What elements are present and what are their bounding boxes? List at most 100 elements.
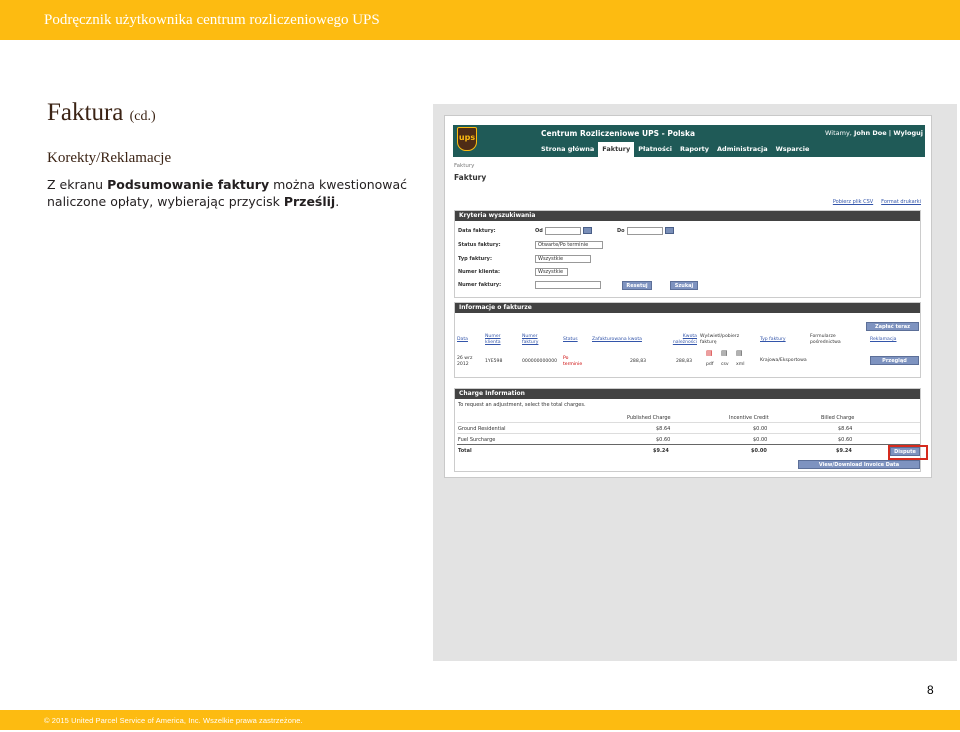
charge-total-incentive: $0.00 [751, 448, 767, 454]
csv-link[interactable]: Pobierz plik CSV [833, 199, 873, 205]
charge-row-name: Fuel Surcharge [458, 437, 496, 443]
nav-strona-glowna[interactable]: Strona główna [537, 142, 598, 157]
pay-now-button[interactable]: Zapłać teraz [866, 322, 919, 331]
page-number: 8 [927, 683, 934, 697]
client-select[interactable]: Wszystkie [535, 268, 568, 276]
search-button[interactable]: Szukaj [670, 281, 698, 290]
calendar-icon[interactable] [665, 227, 674, 234]
col-review[interactable]: Reklamacja [870, 337, 896, 343]
charge-row-incentive: $0.00 [753, 437, 768, 443]
invoice-number-label: Numer faktury: [458, 282, 502, 288]
format-xml: xml [736, 362, 745, 367]
xml-icon[interactable]: ▤ [736, 350, 743, 357]
search-criteria-panel: Kryteria wyszukiwania Data faktury: Od D… [454, 210, 921, 298]
charge-total-billed: $9.24 [836, 448, 852, 454]
charge-instruction: To request an adjustment, select the tot… [458, 402, 586, 408]
review-button[interactable]: Przegląd [870, 356, 919, 365]
type-label: Typ faktury: [458, 256, 492, 262]
app-name: Centrum Rozliczeniowe UPS - Polska [541, 129, 696, 138]
copyright-text: © 2015 United Parcel Service of America,… [44, 716, 303, 725]
row-due: 288,83 [676, 359, 693, 364]
screen-heading: Faktury [454, 173, 487, 182]
welcome-label: Witamy, [825, 129, 852, 137]
charge-row-name: Ground Residential [458, 426, 506, 432]
footer-bar: © 2015 United Parcel Service of America,… [0, 710, 960, 730]
calendar-icon[interactable] [583, 227, 592, 234]
col-type[interactable]: Typ faktury [760, 337, 786, 343]
divider [457, 444, 920, 445]
charge-row-published: $8.64 [656, 426, 671, 432]
col-view: Wyświetl/pobierz fakturę [700, 334, 740, 345]
format-csv: csv [721, 362, 729, 367]
header-bar: Podręcznik użytkownika centrum rozliczen… [0, 0, 960, 40]
col-date[interactable]: Data [457, 337, 468, 343]
col-client[interactable]: Numer klienta [485, 334, 509, 346]
charge-total-label: Total [458, 448, 472, 454]
charge-info-panel: Charge Information To request an adjustm… [454, 388, 921, 472]
page-title: Faktura (cd.) [47, 99, 156, 127]
charge-row-billed: $8.64 [838, 426, 853, 432]
charge-title: Charge Information [455, 389, 920, 399]
col-incentive: Incentive Credit [729, 415, 769, 421]
charge-row-incentive: $0.00 [753, 426, 768, 432]
row-type: Krajowa/Eksportowa [760, 358, 807, 363]
page-title-main: Faktura [47, 99, 124, 126]
row-invoiced: 288,83 [630, 359, 647, 364]
instruction-bold: Podsumowanie faktury [107, 177, 270, 192]
divider [457, 422, 920, 423]
col-published: Published Charge [627, 415, 671, 421]
section-heading: Korekty/Reklamacje [47, 150, 172, 166]
type-select[interactable]: Wszystkie [535, 255, 591, 263]
nav-faktury[interactable]: Faktury [598, 142, 635, 157]
ups-app-header: Centrum Rozliczeniowe UPS - Polska Witam… [453, 125, 925, 157]
instruction-bold: Prześlij [283, 194, 336, 209]
nav-wsparcie[interactable]: Wsparcie [772, 142, 814, 157]
main-nav: Strona główna Faktury Płatności Raporty … [537, 142, 813, 157]
col-invoiced[interactable]: Zafakturowana kwota [592, 337, 642, 343]
charge-row-published: $0.60 [656, 437, 671, 443]
status-select[interactable]: Otwarte/Po terminie [535, 241, 603, 249]
to-label: Do [617, 228, 625, 234]
breadcrumb: Faktury [454, 163, 475, 169]
row-status: Po terminie [563, 356, 583, 367]
dispute-highlight [888, 445, 928, 460]
export-links: Pobierz plik CSV Format drukarki [825, 199, 921, 205]
welcome-text: Witamy, John Doe | Wyloguj [825, 129, 923, 137]
logout-link[interactable]: | Wyloguj [889, 129, 923, 137]
nav-raporty[interactable]: Raporty [676, 142, 713, 157]
nav-administracja[interactable]: Administracja [713, 142, 772, 157]
col-invoice-number[interactable]: Numer faktury [522, 334, 546, 346]
embedded-screenshot: Centrum Rozliczeniowe UPS - Polska Witam… [444, 115, 932, 478]
col-billed: Billed Charge [821, 415, 855, 421]
document-title: Podręcznik użytkownika centrum rozliczen… [44, 12, 380, 28]
ups-logo-icon: ups [457, 127, 477, 151]
page-title-suffix: (cd.) [129, 109, 156, 124]
date-to-input[interactable] [627, 227, 663, 235]
date-from-input[interactable] [545, 227, 581, 235]
charge-total-published: $9.24 [653, 448, 669, 454]
instruction-text: Z ekranu Podsumowanie faktury można kwes… [47, 176, 427, 210]
csv-icon[interactable]: ▤ [721, 350, 728, 357]
row-client: 1YE598 [485, 359, 503, 364]
col-due[interactable]: Kwota należności [667, 334, 697, 346]
print-format-link[interactable]: Format drukarki [881, 199, 921, 205]
reset-button[interactable]: Resetuj [622, 281, 652, 290]
charge-row-billed: $0.60 [838, 437, 853, 443]
pdf-icon[interactable]: ▤ [706, 350, 713, 357]
col-forms: Formularze pośrednictwa [810, 334, 841, 345]
criteria-title: Kryteria wyszukiwania [455, 211, 920, 221]
status-label: Status faktury: [458, 242, 501, 248]
view-download-button[interactable]: View/Download Invoice Data [798, 460, 920, 469]
nav-platnosci[interactable]: Płatności [634, 142, 676, 157]
invoice-info-panel: Informacje o fakturze Zapłać teraz Data … [454, 302, 921, 378]
row-date: 26 wrz 2012 [457, 356, 473, 367]
invoice-number-input[interactable] [535, 281, 601, 289]
format-pdf: pdf [706, 362, 714, 367]
divider [457, 433, 920, 434]
col-status[interactable]: Status [563, 337, 578, 343]
from-label: Od [535, 228, 543, 234]
date-label: Data faktury: [458, 228, 496, 234]
user-name: John Doe [853, 129, 887, 137]
instruction-part: Z ekranu [47, 177, 108, 192]
row-invoice-number[interactable]: 000000000000 [522, 359, 557, 365]
